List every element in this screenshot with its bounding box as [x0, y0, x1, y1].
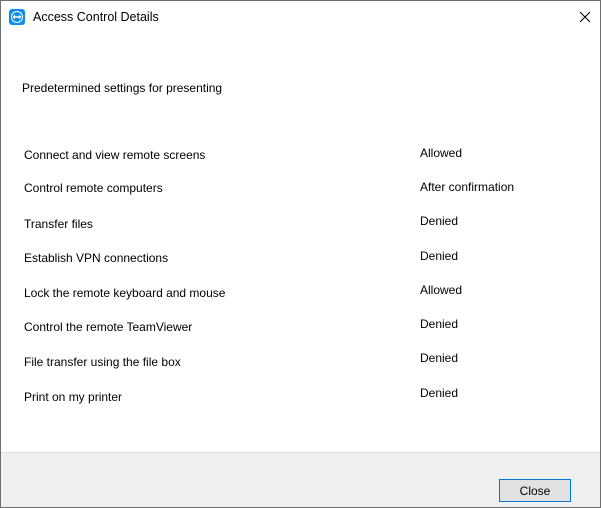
setting-value: Allowed [420, 146, 463, 160]
setting-label: File transfer using the file box [24, 355, 181, 369]
setting-label: Establish VPN connections [24, 251, 169, 265]
close-button[interactable]: Close [499, 479, 571, 502]
setting-label: Control remote computers [24, 181, 163, 195]
teamviewer-logo-icon [9, 9, 25, 25]
setting-value: Denied [420, 214, 459, 228]
setting-label: Print on my printer [24, 390, 123, 404]
setting-label: Lock the remote keyboard and mouse [24, 286, 226, 300]
setting-value: Denied [420, 351, 459, 365]
setting-value: Denied [420, 249, 459, 263]
dialog-footer: Close [1, 452, 600, 507]
settings-subtitle: Predetermined settings for presenting [22, 81, 223, 95]
close-window-button[interactable] [570, 1, 600, 32]
setting-label: Control the remote TeamViewer [24, 320, 193, 334]
setting-value: After confirmation [420, 180, 515, 194]
dialog-content: Predetermined settings for presenting Co… [1, 32, 600, 452]
setting-value: Denied [420, 317, 459, 331]
title-bar: Access Control Details [1, 1, 600, 32]
close-icon [579, 11, 591, 22]
setting-value: Denied [420, 386, 459, 400]
setting-value: Allowed [420, 283, 463, 297]
setting-label: Transfer files [24, 217, 93, 231]
window-title: Access Control Details [33, 10, 159, 24]
setting-label: Connect and view remote screens [24, 148, 206, 162]
access-control-dialog: Access Control Details Predetermined set… [0, 0, 601, 508]
